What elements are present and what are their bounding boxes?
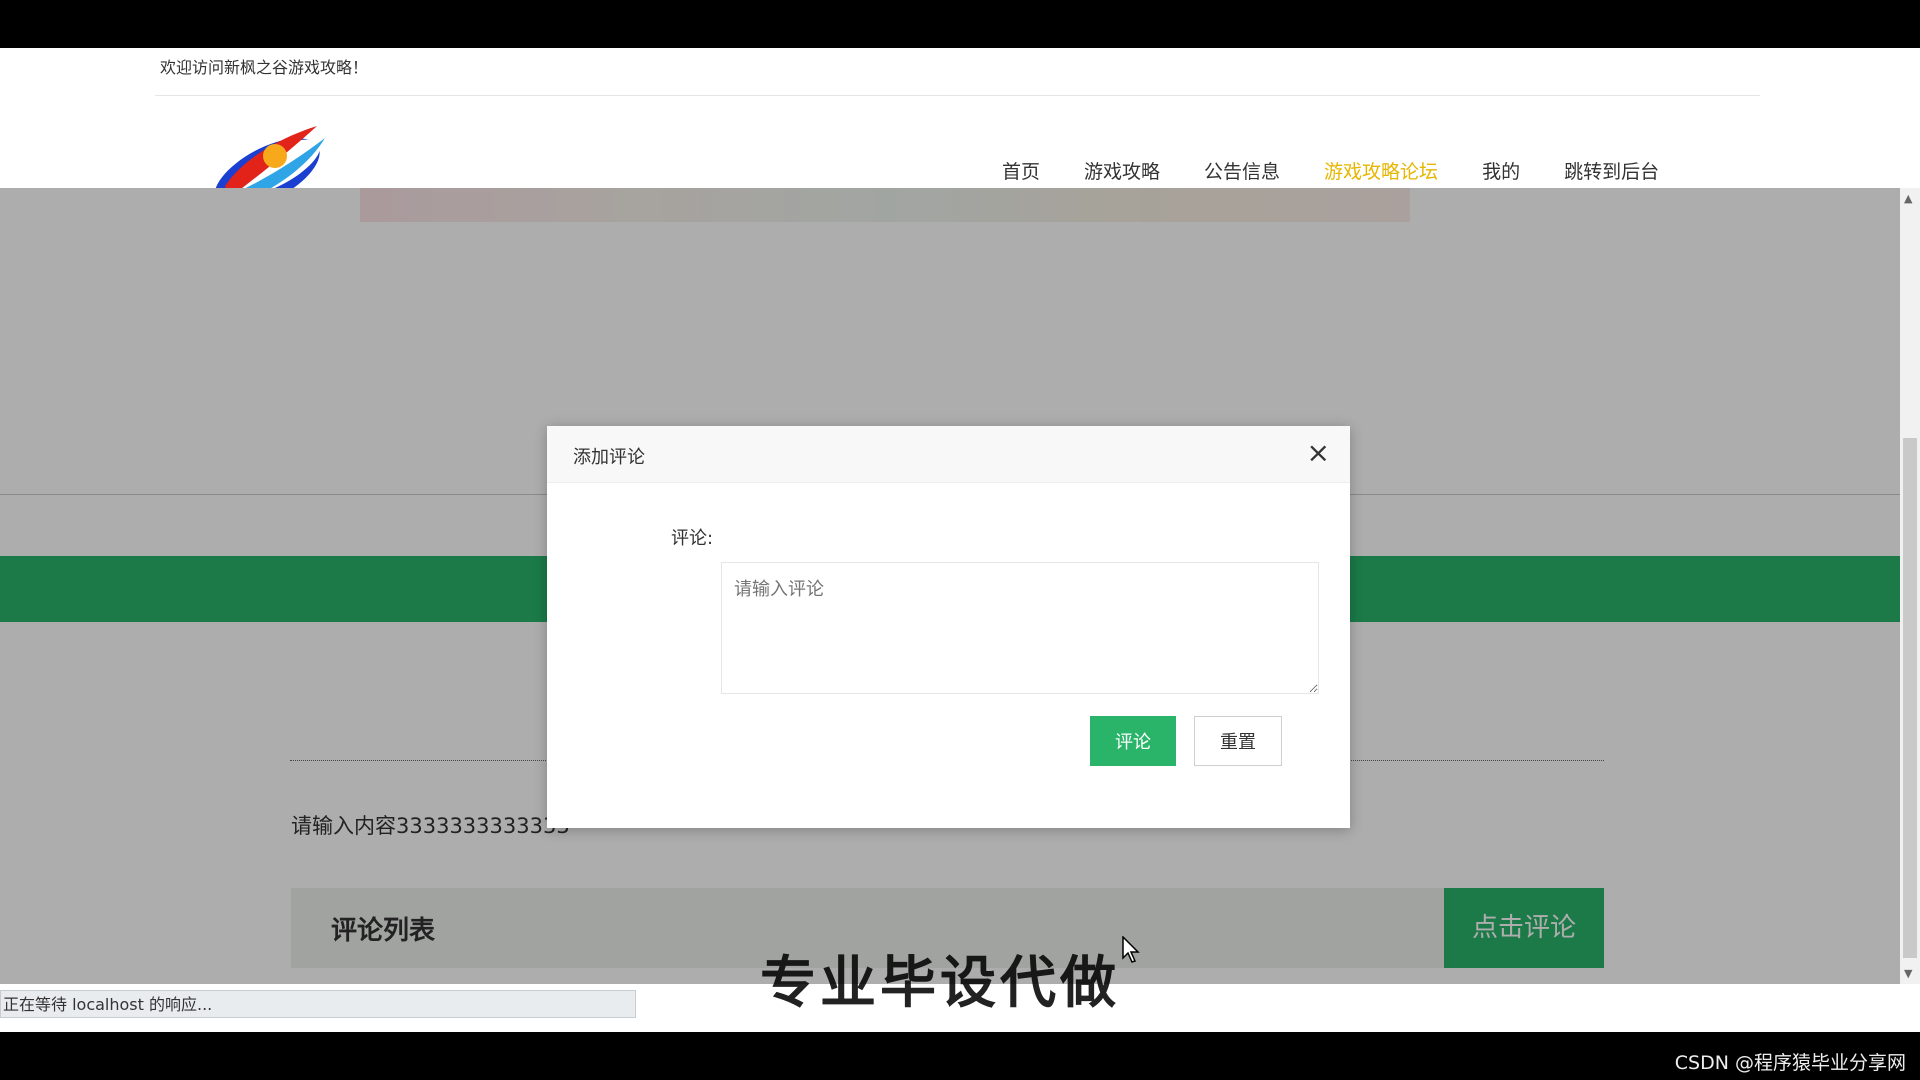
top-divider <box>155 95 1760 96</box>
scroll-up-icon[interactable]: ▲ <box>1904 192 1912 205</box>
dialog-title: 添加评论 <box>573 447 645 468</box>
welcome-text: 欢迎访问新枫之谷游戏攻略！ <box>160 58 369 77</box>
page-scrollbar[interactable]: ▲ ▼ <box>1900 188 1920 984</box>
scroll-down-icon[interactable]: ▼ <box>1904 967 1912 980</box>
comment-textarea[interactable] <box>721 562 1319 694</box>
comment-label: 评论: <box>671 528 714 549</box>
mouse-cursor-icon <box>1122 936 1140 963</box>
browser-status-bar: 正在等待 localhost 的响应... <box>0 990 636 1018</box>
close-icon[interactable]: × <box>1307 438 1330 468</box>
dialog-header: 添加评论 × <box>547 426 1350 483</box>
submit-comment-button[interactable]: 评论 <box>1090 716 1176 766</box>
scroll-thumb[interactable] <box>1903 438 1917 958</box>
credit-watermark: CSDN @程序猿毕业分享网 <box>1674 1052 1906 1074</box>
reset-button[interactable]: 重置 <box>1194 716 1282 766</box>
add-comment-dialog: 添加评论 × 评论: 评论 重置 <box>547 426 1350 828</box>
